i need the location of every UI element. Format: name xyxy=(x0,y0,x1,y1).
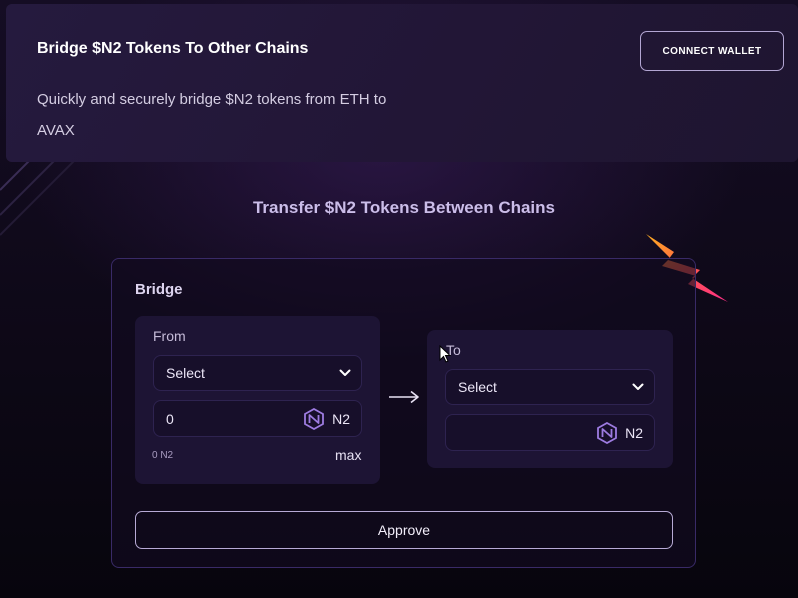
to-chain-select[interactable]: Select xyxy=(445,369,655,405)
from-label: From xyxy=(153,328,186,344)
from-amount-value: 0 xyxy=(166,410,174,427)
to-label: To xyxy=(446,342,461,358)
connect-wallet-button[interactable]: CONNECT WALLET xyxy=(640,31,784,71)
n2-token-logo-icon xyxy=(304,407,324,430)
approve-button[interactable]: Approve xyxy=(135,511,673,549)
to-amount-input[interactable]: N2 xyxy=(445,414,655,451)
to-select-value: Select xyxy=(458,379,497,395)
from-token-tag: N2 xyxy=(303,407,350,430)
header-card: Bridge $N2 Tokens To Other Chains Quickl… xyxy=(6,4,798,162)
from-token-label: N2 xyxy=(332,410,350,427)
n2-token-logo-icon xyxy=(597,421,617,444)
chevron-down-icon xyxy=(339,369,351,376)
bridge-card: Bridge From Select 0 N2 0 N2 max To Sele… xyxy=(111,258,696,568)
page-title: Bridge $N2 Tokens To Other Chains xyxy=(37,40,309,57)
arrow-right-icon xyxy=(389,390,419,404)
to-token-label: N2 xyxy=(625,424,643,441)
from-select-value: Select xyxy=(166,365,205,381)
from-amount-input[interactable]: 0 N2 xyxy=(153,400,362,437)
chevron-down-icon xyxy=(632,383,644,390)
to-token-tag: N2 xyxy=(596,421,643,444)
page-description: Quickly and securely bridge $N2 tokens f… xyxy=(37,91,387,139)
from-panel: From Select 0 N2 0 N2 max xyxy=(135,316,380,484)
to-panel: To Select N2 xyxy=(427,330,673,468)
from-chain-select[interactable]: Select xyxy=(153,355,362,391)
from-balance: 0 N2 xyxy=(152,450,174,461)
max-button[interactable]: max xyxy=(335,447,361,463)
section-title: Transfer $N2 Tokens Between Chains xyxy=(252,198,555,217)
bridge-title: Bridge xyxy=(135,281,183,298)
